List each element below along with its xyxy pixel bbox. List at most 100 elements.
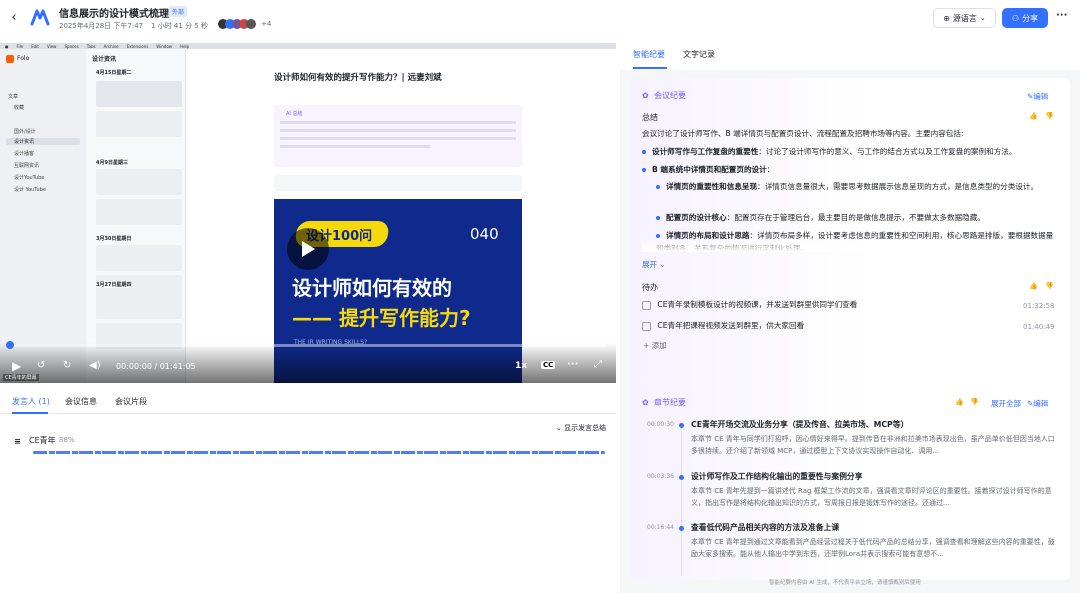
expand-button[interactable]: 展开 ⌄ xyxy=(642,259,666,270)
bullet-dot xyxy=(642,150,646,154)
summary-edit-button[interactable]: ✎编辑 xyxy=(1027,91,1048,102)
more-options-icon[interactable]: ··· xyxy=(567,359,578,370)
page-title: 信息展示的设计模式梳理 xyxy=(59,9,169,20)
thumbs-down-icon[interactable]: 👎 xyxy=(1045,282,1054,290)
back-icon[interactable]: ‹ xyxy=(8,10,20,25)
mac-menu-item: Edit xyxy=(31,43,39,49)
thumbs-up-icon[interactable]: 👍 xyxy=(1029,112,1038,120)
bullet-heading: 设计师写作与工作复盘的重要性 xyxy=(652,147,759,156)
todo-checkbox[interactable] xyxy=(642,321,651,331)
progress-thumb[interactable] xyxy=(6,341,14,349)
todo-text: CE青年录制模板设计的视频课，并发送到群里供同学们查看 xyxy=(657,300,858,309)
speed-button[interactable]: 1x xyxy=(515,361,527,371)
fullscreen-icon[interactable]: ⤢ xyxy=(594,359,602,370)
folo-logo-icon xyxy=(6,55,14,63)
chapter-item[interactable]: 00:16:44 查看低代码产品相关内容的方法及准备上课 本章节 CE 青年提到… xyxy=(630,521,1070,569)
feed-item[interactable] xyxy=(96,111,182,137)
sidebar-item-active[interactable]: 设计资讯 xyxy=(6,138,80,145)
chevron-double-down-icon: ⌄ xyxy=(556,424,562,432)
bullet-heading: B 端系统中详情页和配置页的设计 xyxy=(652,165,767,174)
expand-all-button[interactable]: 展开全部 xyxy=(991,398,1021,409)
todo-text: CE青年把课程视频发送到群里，供大家回看 xyxy=(657,321,805,330)
summary-icon: ✿ xyxy=(642,91,649,100)
play-icon[interactable]: ▶ xyxy=(12,359,21,373)
progress-track[interactable] xyxy=(10,344,606,347)
play-icon xyxy=(302,241,315,257)
rewind-icon[interactable]: ↺ xyxy=(37,360,45,371)
ai-disclaimer: 智能纪要内容由 AI 生成，不代表平台立场，请谨慎甄别后使用 xyxy=(769,580,921,586)
mac-menu-item: Extensions xyxy=(126,43,149,49)
summary-bullet: 设计师写作与工作复盘的重要性：讨论了设计师写作的意义、与工作的结合方式以及工作复… xyxy=(642,145,1062,158)
chapter-time[interactable]: 00:16:44 xyxy=(647,524,674,531)
add-todo-label: 添加 xyxy=(651,341,667,350)
video-headline-2: —— 提升写作能力? xyxy=(292,306,471,330)
participant-avatars[interactable]: +4 xyxy=(218,19,274,30)
tab-speakers[interactable]: 发言人 (1) xyxy=(12,396,50,407)
todo-item: CE青年录制模板设计的视频课，并发送到群里供同学们查看 01:32:58 xyxy=(642,298,1062,311)
chapter-title: 设计师写作及工作结构化输出的重要性与案例分享 xyxy=(691,472,863,481)
feed-item[interactable] xyxy=(96,293,182,319)
feed-group: 4月15日星期二 xyxy=(96,70,132,76)
chapter-edit-label: 编辑 xyxy=(1033,399,1049,408)
forward-icon[interactable]: ↻ xyxy=(63,360,71,371)
feed-item[interactable] xyxy=(96,169,182,195)
sidebar-item[interactable]: 设计 YouTube xyxy=(14,186,46,193)
chapter-item[interactable]: 00:03:36 设计师写作及工作结构化输出的重要性与案例分享 本章节 CE 青… xyxy=(630,470,1070,518)
feed-item[interactable] xyxy=(96,199,182,225)
todo-label: 待办 xyxy=(642,283,658,292)
ai-summary-text xyxy=(280,145,430,148)
more-icon[interactable]: ··· xyxy=(1056,10,1067,21)
add-todo-button[interactable]: + 添加 xyxy=(643,340,667,351)
bullet-dot xyxy=(656,216,660,220)
bullet-heading: 配置页的设计核心 xyxy=(666,213,727,222)
feed-item[interactable] xyxy=(96,81,182,107)
thumbs-down-icon[interactable]: 👎 xyxy=(1045,112,1054,120)
thumbs-down-icon[interactable]: 👎 xyxy=(970,398,979,406)
sidebar-item[interactable]: 设计播客 xyxy=(14,150,34,157)
share-icon: ⚇ xyxy=(1011,13,1020,23)
chapter-summary-card: ✿ 章节纪要 👍 👎 展开全部 ✎编辑 00:00:30 CE青年开场交流及业务… xyxy=(630,390,1070,580)
todo-time[interactable]: 01:32:58 xyxy=(1023,300,1054,313)
chapter-edit-button[interactable]: ✎编辑 xyxy=(1027,398,1048,409)
feed-group: 4月9日星期三 xyxy=(96,160,128,166)
play-overlay-button[interactable] xyxy=(287,228,329,270)
sidebar-item[interactable]: 设计YouTube xyxy=(14,174,44,181)
tab-smart-minutes[interactable]: 智能纪要 xyxy=(633,49,665,60)
chapter-time[interactable]: 00:03:36 xyxy=(647,473,674,480)
source-language-button[interactable]: ⊕ 源语言 ⌄ xyxy=(933,8,996,28)
sidebar-item[interactable]: 国外/设计 xyxy=(14,128,36,135)
show-speaker-summary-toggle[interactable]: ⌄ 显示发言总结 xyxy=(556,423,606,433)
feed-item[interactable] xyxy=(96,245,182,271)
screen-owner-label: CE青年的屏幕 xyxy=(3,374,39,381)
bullet-heading: 详情页的重要性和信息呈现 xyxy=(666,182,758,191)
todo-time[interactable]: 01:40:49 xyxy=(1023,321,1054,334)
volume-icon[interactable]: ◀) xyxy=(89,360,101,371)
folo-sidebar: Folo 文章 收藏 国外/设计 设计资讯 设计播客 互联网资讯 设计YouTu… xyxy=(0,49,86,383)
todo-checkbox[interactable] xyxy=(642,300,651,310)
video-player[interactable]: ● File Edit View Spaces Tabs Archive Ext… xyxy=(0,43,616,383)
tab-meeting-clips[interactable]: 会议片段 xyxy=(115,396,147,407)
share-button[interactable]: ⚇ 分享 xyxy=(1002,8,1048,28)
summary-intro: 会议讨论了设计师写作、B 端详情页与配置页设计、流程配置及招聘市场等内容。主要内… xyxy=(642,129,964,138)
sidebar-item[interactable]: 互联网资讯 xyxy=(14,162,39,169)
chapter-item[interactable]: 00:00:30 CE青年开场交流及业务分享（提及传音、拉美市场、MCP等） 本… xyxy=(630,418,1070,466)
speaker-timeline[interactable] xyxy=(33,451,605,454)
thumbs-up-icon[interactable]: 👍 xyxy=(955,398,964,406)
tab-transcript[interactable]: 文字记录 xyxy=(683,49,715,60)
meta-duration: 1 小时 41 分 5 秒 xyxy=(151,22,208,30)
ai-summary-label: AI 总结 xyxy=(286,111,303,117)
tab-meeting-info[interactable]: 会议信息 xyxy=(65,396,97,407)
sidebar-section: 文章 xyxy=(8,94,19,100)
chapter-title: 查看低代码产品相关内容的方法及准备上课 xyxy=(691,523,840,532)
captions-icon[interactable]: CC xyxy=(541,361,556,369)
chapter-time[interactable]: 00:00:30 xyxy=(647,421,674,428)
folo-app-name: Folo xyxy=(17,55,30,62)
mac-menu-item: Archive xyxy=(103,43,119,49)
chapter-title: CE青年开场交流及业务分享（提及传音、拉美市场、MCP等） xyxy=(691,420,909,429)
sidebar-item[interactable]: 收藏 xyxy=(14,104,24,111)
feed-group: 3月27日星期四 xyxy=(96,281,132,288)
chevron-down-icon: ⌄ xyxy=(979,14,986,22)
bullet-dot xyxy=(642,168,646,172)
thumbs-up-icon[interactable]: 👍 xyxy=(1029,282,1038,290)
app-logo xyxy=(30,8,50,26)
